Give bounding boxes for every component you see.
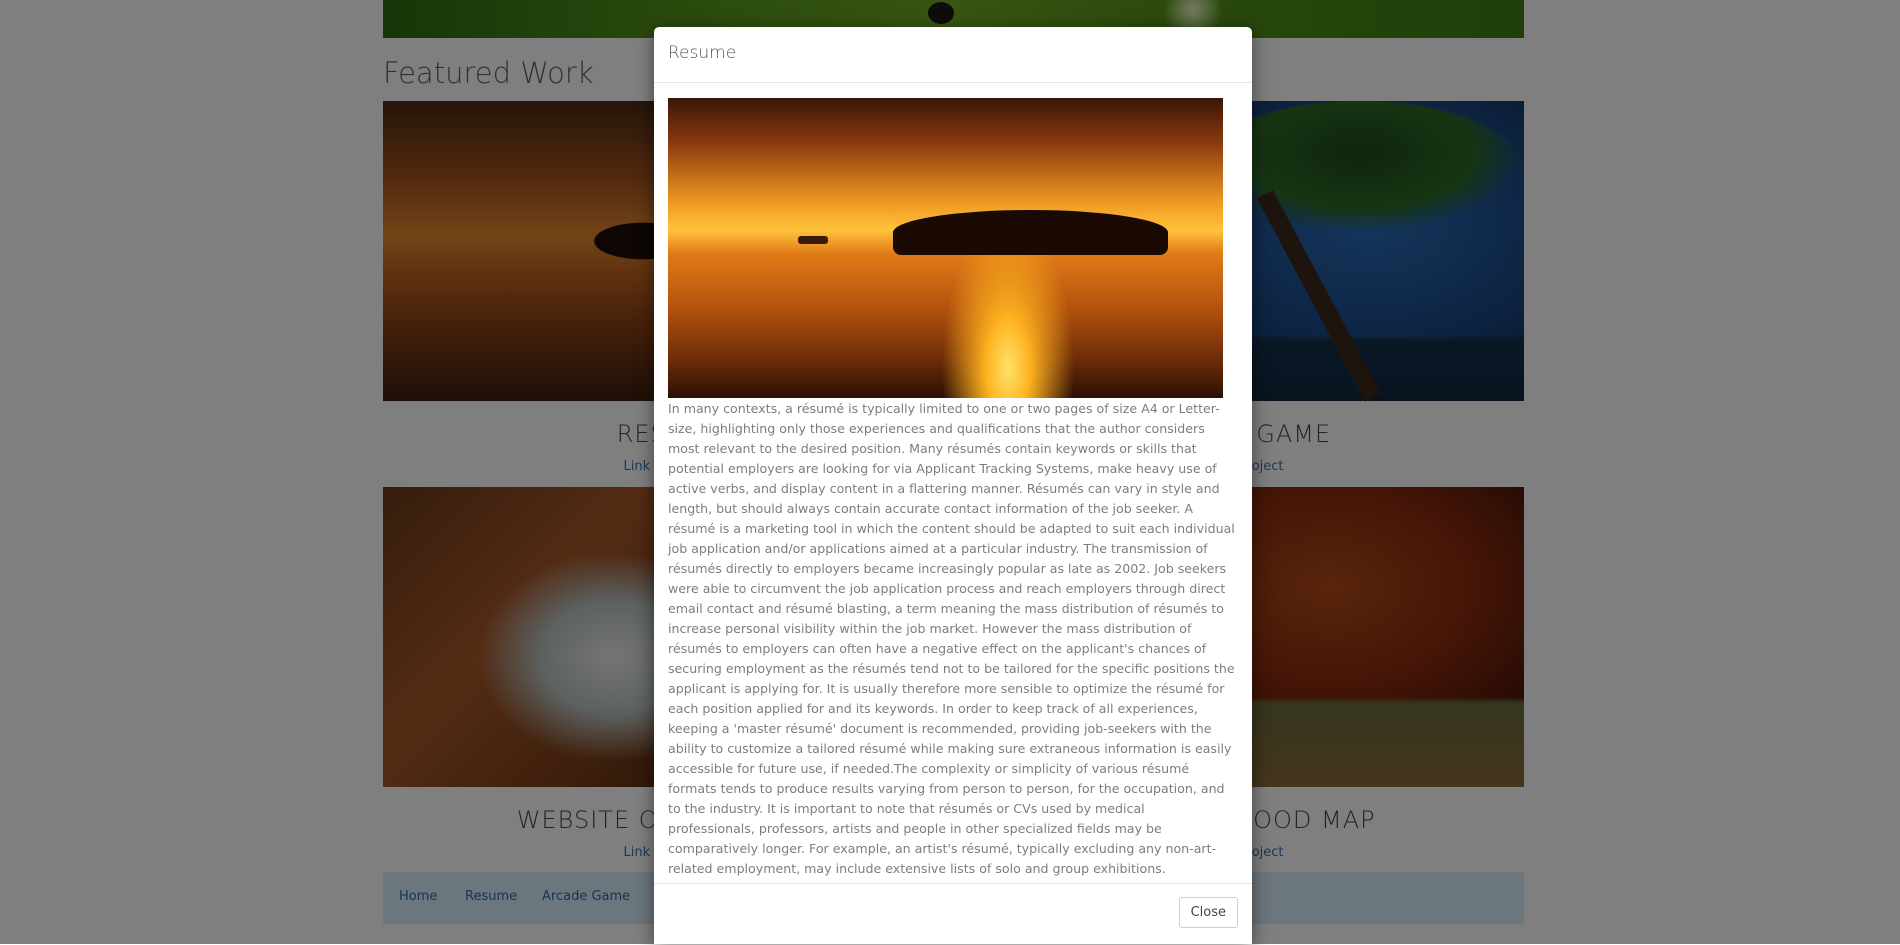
modal-header: Resume bbox=[654, 27, 1252, 83]
island-silhouette bbox=[893, 210, 1168, 255]
islet-silhouette bbox=[798, 236, 828, 244]
modal-footer: Close bbox=[654, 883, 1252, 945]
modal-body-text: In many contexts, a résumé is typically … bbox=[668, 401, 1235, 876]
close-button[interactable]: Close bbox=[1178, 897, 1238, 928]
modal-title: Resume bbox=[668, 43, 737, 63]
resume-modal: Resume In many contexts, a résumé is typ… bbox=[654, 27, 1252, 944]
modal-sunset-image bbox=[668, 98, 1223, 398]
